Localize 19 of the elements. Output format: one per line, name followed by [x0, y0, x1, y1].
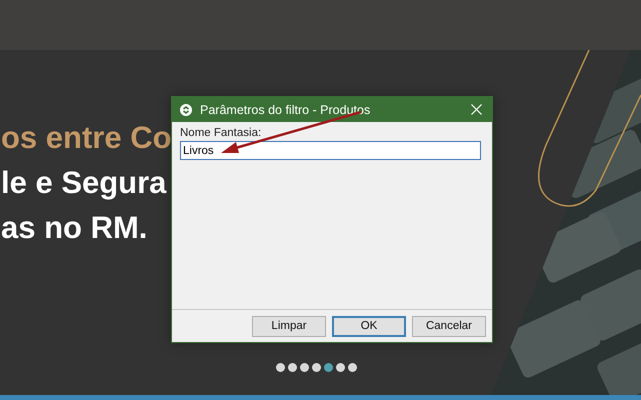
dialog-button[interactable]: OK: [332, 316, 406, 336]
app-icon: [180, 104, 192, 116]
window-title: Parâmetros do filtro - Produtos: [200, 102, 372, 116]
carousel-dot[interactable]: [276, 363, 285, 372]
dialog-button[interactable]: Cancelar: [412, 316, 486, 336]
carousel-dot[interactable]: [300, 363, 309, 372]
dialog-button[interactable]: Limpar: [252, 316, 326, 336]
carousel-dot[interactable]: [312, 363, 321, 372]
carousel-dot[interactable]: [288, 363, 297, 372]
carousel-dot[interactable]: [336, 363, 345, 372]
headline-text: le e Segura: [1, 164, 166, 202]
carousel-dot[interactable]: [348, 363, 357, 372]
close-icon: [470, 104, 482, 115]
headline-text: as no RM.: [1, 209, 148, 247]
carousel-dot[interactable]: [324, 363, 333, 372]
headline-text: os entre Co: [1, 119, 172, 157]
close-button[interactable]: [468, 102, 484, 118]
name-field[interactable]: Livros: [180, 141, 481, 160]
field-label: Nome Fantasia:: [180, 127, 262, 139]
